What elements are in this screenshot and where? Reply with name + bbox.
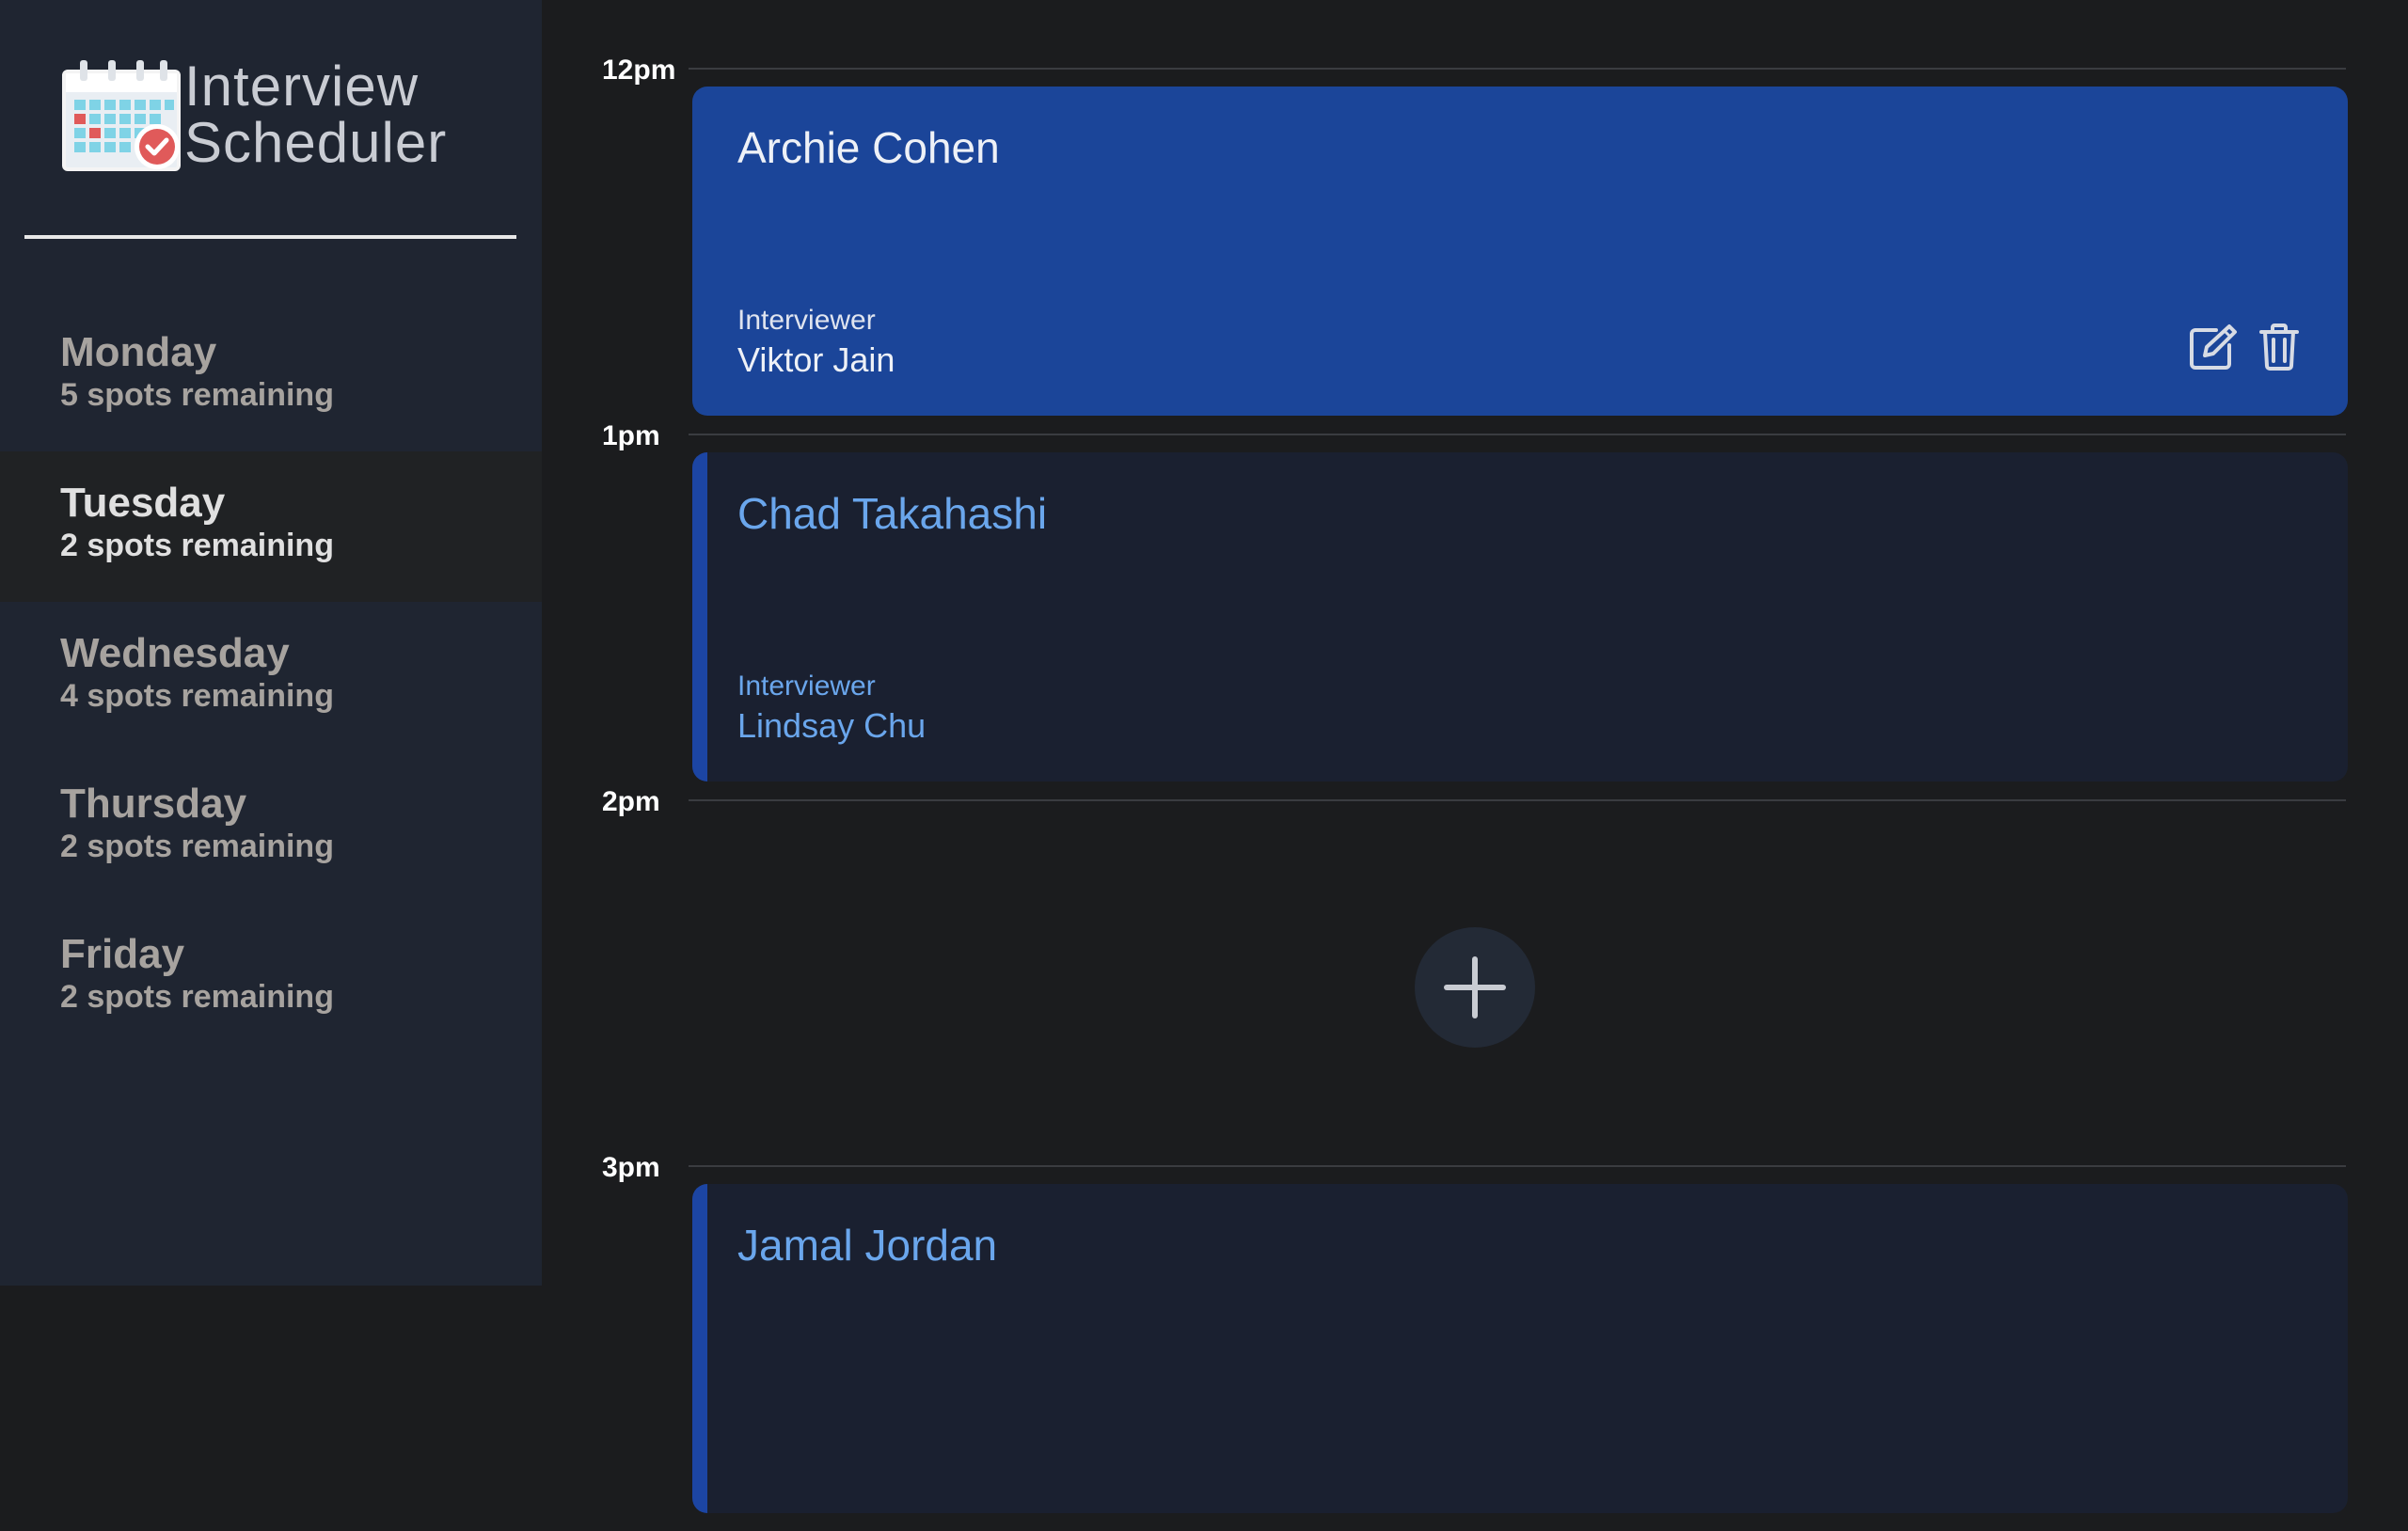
day-item-wednesday[interactable]: Wednesday 4 spots remaining xyxy=(0,602,542,752)
day-item-monday[interactable]: Monday 5 spots remaining xyxy=(0,301,542,451)
trash-icon xyxy=(2259,324,2299,371)
day-spots: 2 spots remaining xyxy=(60,528,334,563)
time-label: 1pm xyxy=(602,420,660,451)
hour-line xyxy=(689,68,2346,70)
appointment-card[interactable]: Chad Takahashi Interviewer Lindsay Chu xyxy=(692,452,2348,781)
interviewer-name: Viktor Jain xyxy=(737,340,895,379)
day-spots: 2 spots remaining xyxy=(60,979,334,1015)
delete-button[interactable] xyxy=(2254,322,2305,372)
day-item-tuesday[interactable]: Tuesday 2 spots remaining xyxy=(0,451,542,602)
divider xyxy=(24,235,516,239)
plus-icon xyxy=(1444,956,1506,1018)
time-slot: 3pm Jamal Jordan xyxy=(542,1152,2408,1531)
time-label: 12pm xyxy=(602,55,676,86)
day-name: Wednesday xyxy=(60,630,290,676)
hour-line xyxy=(689,799,2346,801)
brand-title: Interview Scheduler xyxy=(184,58,467,171)
edit-icon xyxy=(2190,324,2237,370)
day-item-thursday[interactable]: Thursday 2 spots remaining xyxy=(0,752,542,903)
card-actions xyxy=(2188,322,2305,372)
schedule: 12pm Archie Cohen Interviewer Viktor Jai… xyxy=(542,0,2408,1513)
appointment-card[interactable]: Archie Cohen Interviewer Viktor Jain xyxy=(692,87,2348,416)
brand: Interview Scheduler xyxy=(61,58,446,175)
day-name: Friday xyxy=(60,931,185,977)
day-spots: 5 spots remaining xyxy=(60,377,334,413)
day-name: Monday xyxy=(60,329,217,375)
day-name: Thursday xyxy=(60,781,247,827)
brand-title-line2: Scheduler xyxy=(184,111,448,174)
student-name: Archie Cohen xyxy=(737,123,1000,172)
day-spots: 2 spots remaining xyxy=(60,829,334,864)
interviewer-name: Lindsay Chu xyxy=(737,706,927,745)
time-slot: 12pm Archie Cohen Interviewer Viktor Jai… xyxy=(542,55,2408,434)
interviewer-label: Interviewer xyxy=(737,671,876,702)
time-label: 2pm xyxy=(602,786,660,817)
day-name: Tuesday xyxy=(60,480,226,526)
student-name: Jamal Jordan xyxy=(737,1221,998,1270)
calendar-check-icon xyxy=(62,60,181,171)
day-spots: 4 spots remaining xyxy=(60,678,334,714)
add-appointment-button[interactable] xyxy=(1415,927,1535,1048)
hour-line xyxy=(689,1165,2346,1167)
time-slot: 1pm Chad Takahashi Interviewer Lindsay C… xyxy=(542,420,2408,799)
day-item-friday[interactable]: Friday 2 spots remaining xyxy=(0,903,542,1053)
interviewer-label: Interviewer xyxy=(737,305,876,336)
time-slot: 2pm xyxy=(542,786,2408,1165)
appointment-card[interactable]: Jamal Jordan xyxy=(692,1184,2348,1513)
student-name: Chad Takahashi xyxy=(737,489,1048,538)
edit-button[interactable] xyxy=(2188,322,2239,372)
hour-line xyxy=(689,434,2346,435)
sidebar: Interview Scheduler Monday 5 spots remai… xyxy=(0,0,542,1286)
brand-title-line1: Interview xyxy=(184,55,420,118)
time-label: 3pm xyxy=(602,1152,660,1183)
day-list: Monday 5 spots remaining Tuesday 2 spots… xyxy=(0,301,542,1053)
